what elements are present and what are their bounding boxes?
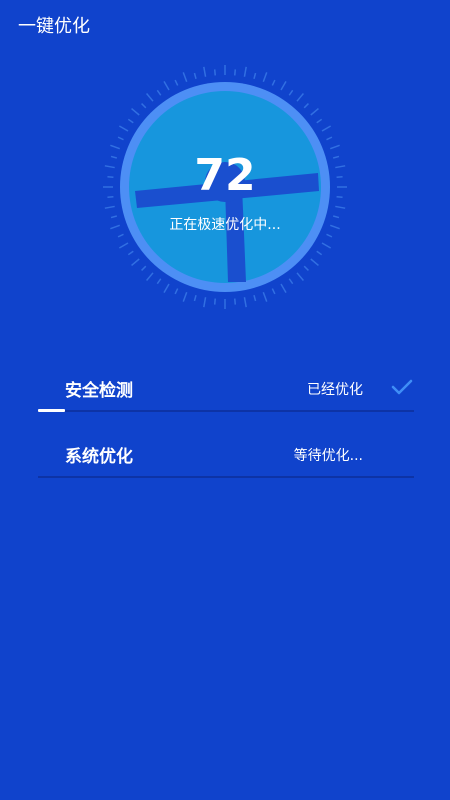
gauge-tick — [174, 288, 179, 295]
gauge-tick — [163, 80, 170, 91]
task-label: 安全检测 — [65, 381, 133, 401]
gauge-tick — [326, 136, 333, 141]
gauge-tick — [182, 291, 188, 302]
gauge-tick — [104, 205, 115, 209]
gauge-tick — [146, 93, 154, 102]
gauge-tick — [141, 265, 147, 271]
gauge-tick — [335, 205, 346, 209]
gauge-tick — [310, 258, 319, 266]
gauge-tick — [163, 283, 170, 294]
gauge-tick — [310, 108, 319, 116]
gauge-tick — [203, 66, 207, 77]
gauge-tick — [131, 258, 140, 266]
gauge-tick — [271, 288, 276, 295]
gauge-tick — [253, 72, 257, 80]
gauge-tick — [156, 89, 162, 96]
gauge-tick — [118, 242, 129, 249]
gauge-tick — [243, 297, 247, 308]
gauge-tick — [280, 283, 287, 294]
gauge-tick — [321, 242, 332, 249]
gauge-tick — [127, 250, 134, 256]
gauge-tick — [329, 144, 340, 150]
gauge-tick — [326, 233, 333, 238]
gauge-tick — [321, 125, 332, 132]
app-header: 一键优化 — [0, 0, 450, 50]
gauge-tick — [117, 136, 124, 141]
gauge-tick — [296, 93, 304, 102]
gauge-tick — [174, 79, 179, 86]
gauge-tick — [316, 250, 323, 256]
gauge-tick — [234, 298, 237, 305]
gauge-tick — [316, 118, 323, 124]
gauge-tick — [262, 72, 268, 83]
check-icon — [391, 379, 413, 395]
gauge-tick — [296, 272, 304, 281]
gauge-tick — [193, 294, 197, 302]
gauge-tick — [203, 297, 207, 308]
gauge-tick — [253, 294, 257, 302]
optimization-gauge: 72 正在极速优化中... — [100, 62, 350, 312]
optimization-score: 72 — [194, 150, 256, 201]
task-status: 已经优化 — [307, 382, 363, 398]
gauge-tick — [303, 103, 309, 109]
gauge-tick — [213, 69, 216, 76]
gauge-tick — [110, 144, 121, 150]
gauge-tick — [243, 66, 247, 77]
task-status: 等待优化... — [293, 448, 363, 464]
task-row-security-check: 安全检测 已经优化 — [38, 366, 414, 412]
task-progress-indicator — [38, 409, 65, 412]
gauge-tick — [182, 72, 188, 83]
gauge-tick — [127, 118, 134, 124]
page-title: 一键优化 — [18, 16, 90, 37]
gauge-tick — [288, 89, 294, 96]
gauge-tick — [131, 108, 140, 116]
gauge-tick — [193, 72, 197, 80]
gauge-tick — [234, 69, 237, 76]
gauge-tick — [141, 103, 147, 109]
optimization-status: 正在极速优化中... — [169, 217, 281, 233]
task-row-system-optimize: 系统优化 等待优化... — [38, 432, 414, 478]
gauge-tick — [288, 278, 294, 285]
gauge-tick — [156, 278, 162, 285]
gauge-tick — [303, 265, 309, 271]
gauge-tick — [117, 233, 124, 238]
gauge-tick — [280, 80, 287, 91]
gauge-tick — [146, 272, 154, 281]
gauge-tick — [118, 125, 129, 132]
gauge-tick — [271, 79, 276, 86]
task-label: 系统优化 — [65, 447, 133, 467]
gauge-tick — [213, 298, 216, 305]
gauge-tick — [262, 291, 268, 302]
